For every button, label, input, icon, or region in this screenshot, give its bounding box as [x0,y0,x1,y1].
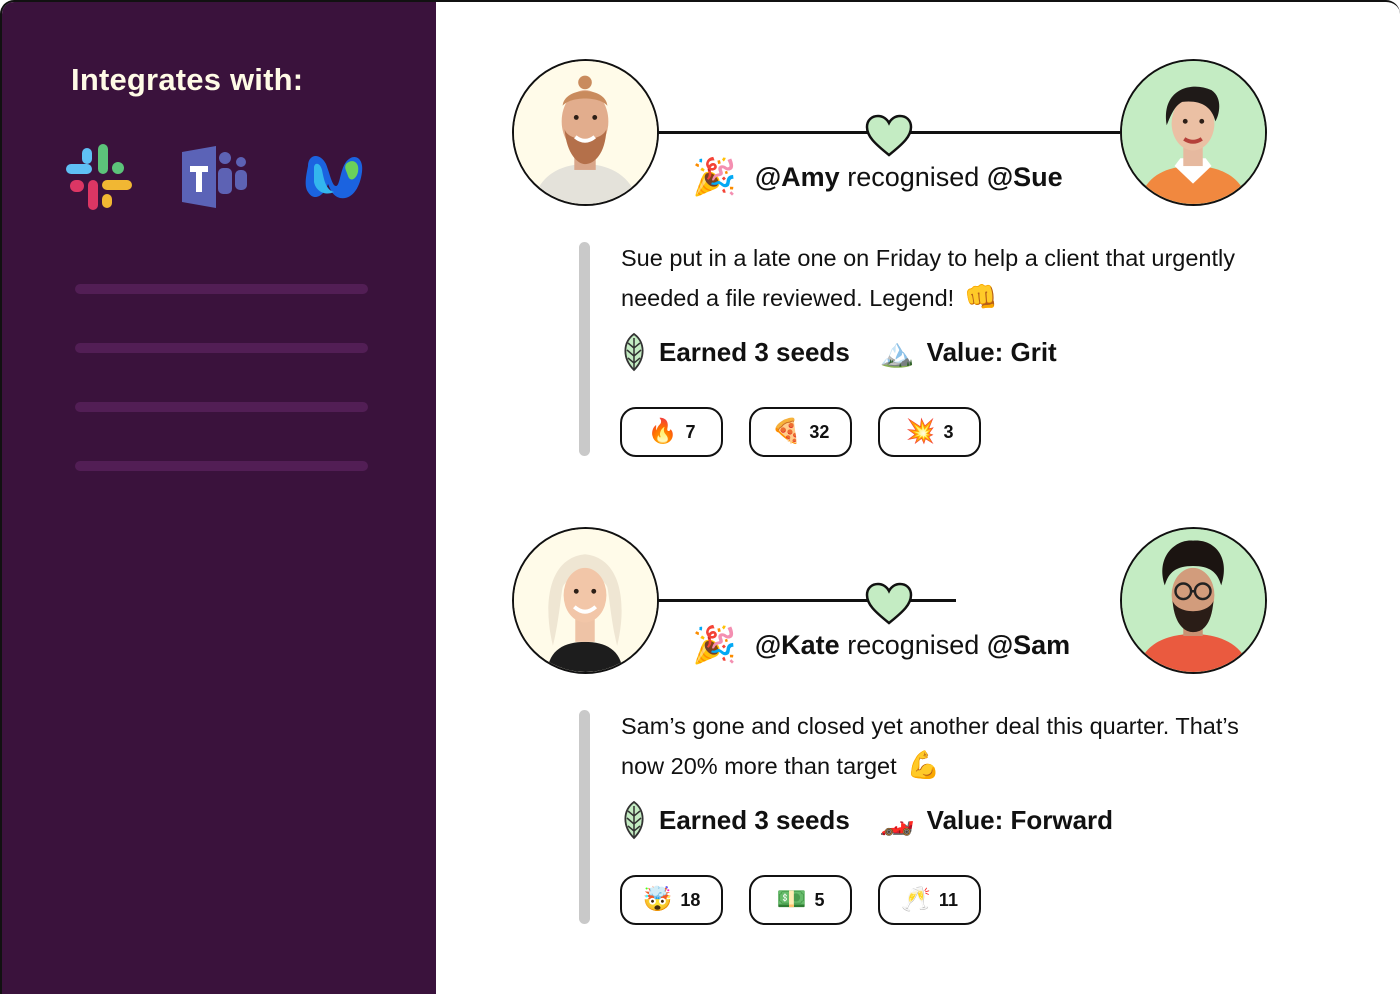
racing-car-icon: 🏎️ [879,804,915,836]
seeds-label: Earned 3 seeds [659,804,850,835]
reaction-champagne[interactable]: 🥂 11 [878,875,981,925]
headline-text: @Kate recognised @Sam [755,630,1070,661]
value-label: Value: Grit [926,336,1057,367]
receiver-mention[interactable]: @Sue [987,162,1063,192]
reaction-count: 7 [685,421,696,442]
company-value: 🏔️ Value: Grit [880,336,1057,369]
fire-icon: 🔥 [647,418,678,445]
reaction-pizza[interactable]: 🍕 32 [749,407,852,457]
giver-mention[interactable]: @Amy [755,162,840,192]
receiver-mention[interactable]: @Sam [987,630,1070,660]
flexed-biceps-icon: 💪 [906,750,941,780]
app-window: Integrates with: 🎉 @Amy recognised @Sue … [0,0,1400,994]
message-text: Sue put in a late one on Friday to help … [621,245,1236,311]
reaction-count: 11 [938,889,958,910]
recognition-headline: 🎉 @Kate recognised @Sam [692,620,1070,670]
reaction-count: 5 [814,889,825,910]
integrations-row [64,142,374,212]
placeholder-line [75,402,368,412]
placeholder-line [75,461,368,471]
recognition-card: 🎉 @Kate recognised @Sam Sam’s gone and c… [436,470,1400,940]
giver-avatar[interactable] [512,527,659,674]
giver-mention[interactable]: @Kate [755,630,840,660]
webex-logo-icon[interactable] [300,142,370,212]
party-popper-icon: 🎉 [692,624,737,665]
seeds-label: Earned 3 seeds [659,336,850,367]
giver-avatar[interactable] [512,59,659,206]
recognition-headline: 🎉 @Amy recognised @Sue [692,152,1063,202]
exploding-head-icon: 🤯 [642,886,673,913]
reaction-money[interactable]: 💵 5 [749,875,852,925]
receiver-avatar[interactable] [1120,527,1267,674]
slack-logo-icon[interactable] [64,142,134,212]
reaction-count: 32 [809,421,830,442]
headline-text: @Amy recognised @Sue [755,162,1063,193]
company-value: 🏎️ Value: Forward [880,804,1113,837]
quote-bar [579,242,590,456]
placeholder-line [75,343,368,353]
placeholder-line [75,284,368,294]
reaction-fire[interactable]: 🔥 7 [620,407,723,457]
receiver-avatar[interactable] [1120,59,1267,206]
reaction-exploding-head[interactable]: 🤯 18 [620,875,723,925]
pizza-icon: 🍕 [771,418,802,445]
value-label: Value: Forward [926,804,1114,835]
sidebar: Integrates with: [2,2,436,994]
seeds-earned: Earned 3 seeds [621,332,850,372]
reaction-count: 18 [680,889,701,910]
sidebar-title: Integrates with: [71,62,304,97]
quote-bar [579,710,590,924]
recognition-card: 🎉 @Amy recognised @Sue Sue put in a late… [436,2,1400,472]
leaf-icon [621,800,647,840]
seeds-earned: Earned 3 seeds [621,800,850,840]
reactions-row: 🔥 7 🍕 32 💥 3 [620,407,981,457]
recognition-message: Sue put in a late one on Friday to help … [621,239,1241,318]
mountain-icon: 🏔️ [879,336,915,368]
recognition-message: Sam’s gone and closed yet another deal t… [621,707,1241,786]
collision-icon: 💥 [905,418,936,445]
party-popper-icon: 🎉 [692,156,737,197]
clinking-glasses-icon: 🥂 [901,886,931,913]
headline-verb: recognised [847,161,980,192]
leaf-icon [621,332,647,372]
fist-bump-icon: 👊 [964,282,998,312]
headline-verb: recognised [847,629,980,660]
recognition-meta: Earned 3 seeds 🏎️ Value: Forward [621,798,1143,842]
dollar-banknote-icon: 💵 [776,886,807,913]
reactions-row: 🤯 18 💵 5 🥂 11 [620,875,981,925]
teams-logo-icon[interactable] [180,142,250,212]
recognition-meta: Earned 3 seeds 🏔️ Value: Grit [621,330,1087,374]
reaction-count: 3 [943,421,954,442]
reaction-collision[interactable]: 💥 3 [878,407,981,457]
